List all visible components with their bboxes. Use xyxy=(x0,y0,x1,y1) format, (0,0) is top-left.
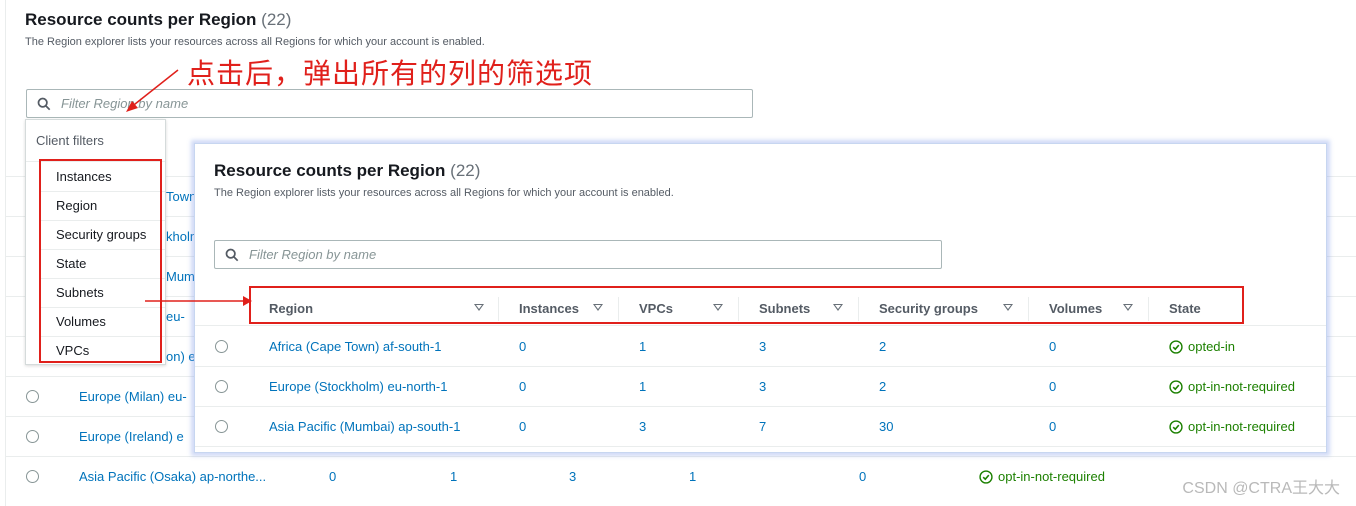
annotation-arrow-to-filter xyxy=(129,69,179,109)
annotation-arrows xyxy=(126,69,252,306)
annotation-arrowhead-header xyxy=(243,296,252,306)
